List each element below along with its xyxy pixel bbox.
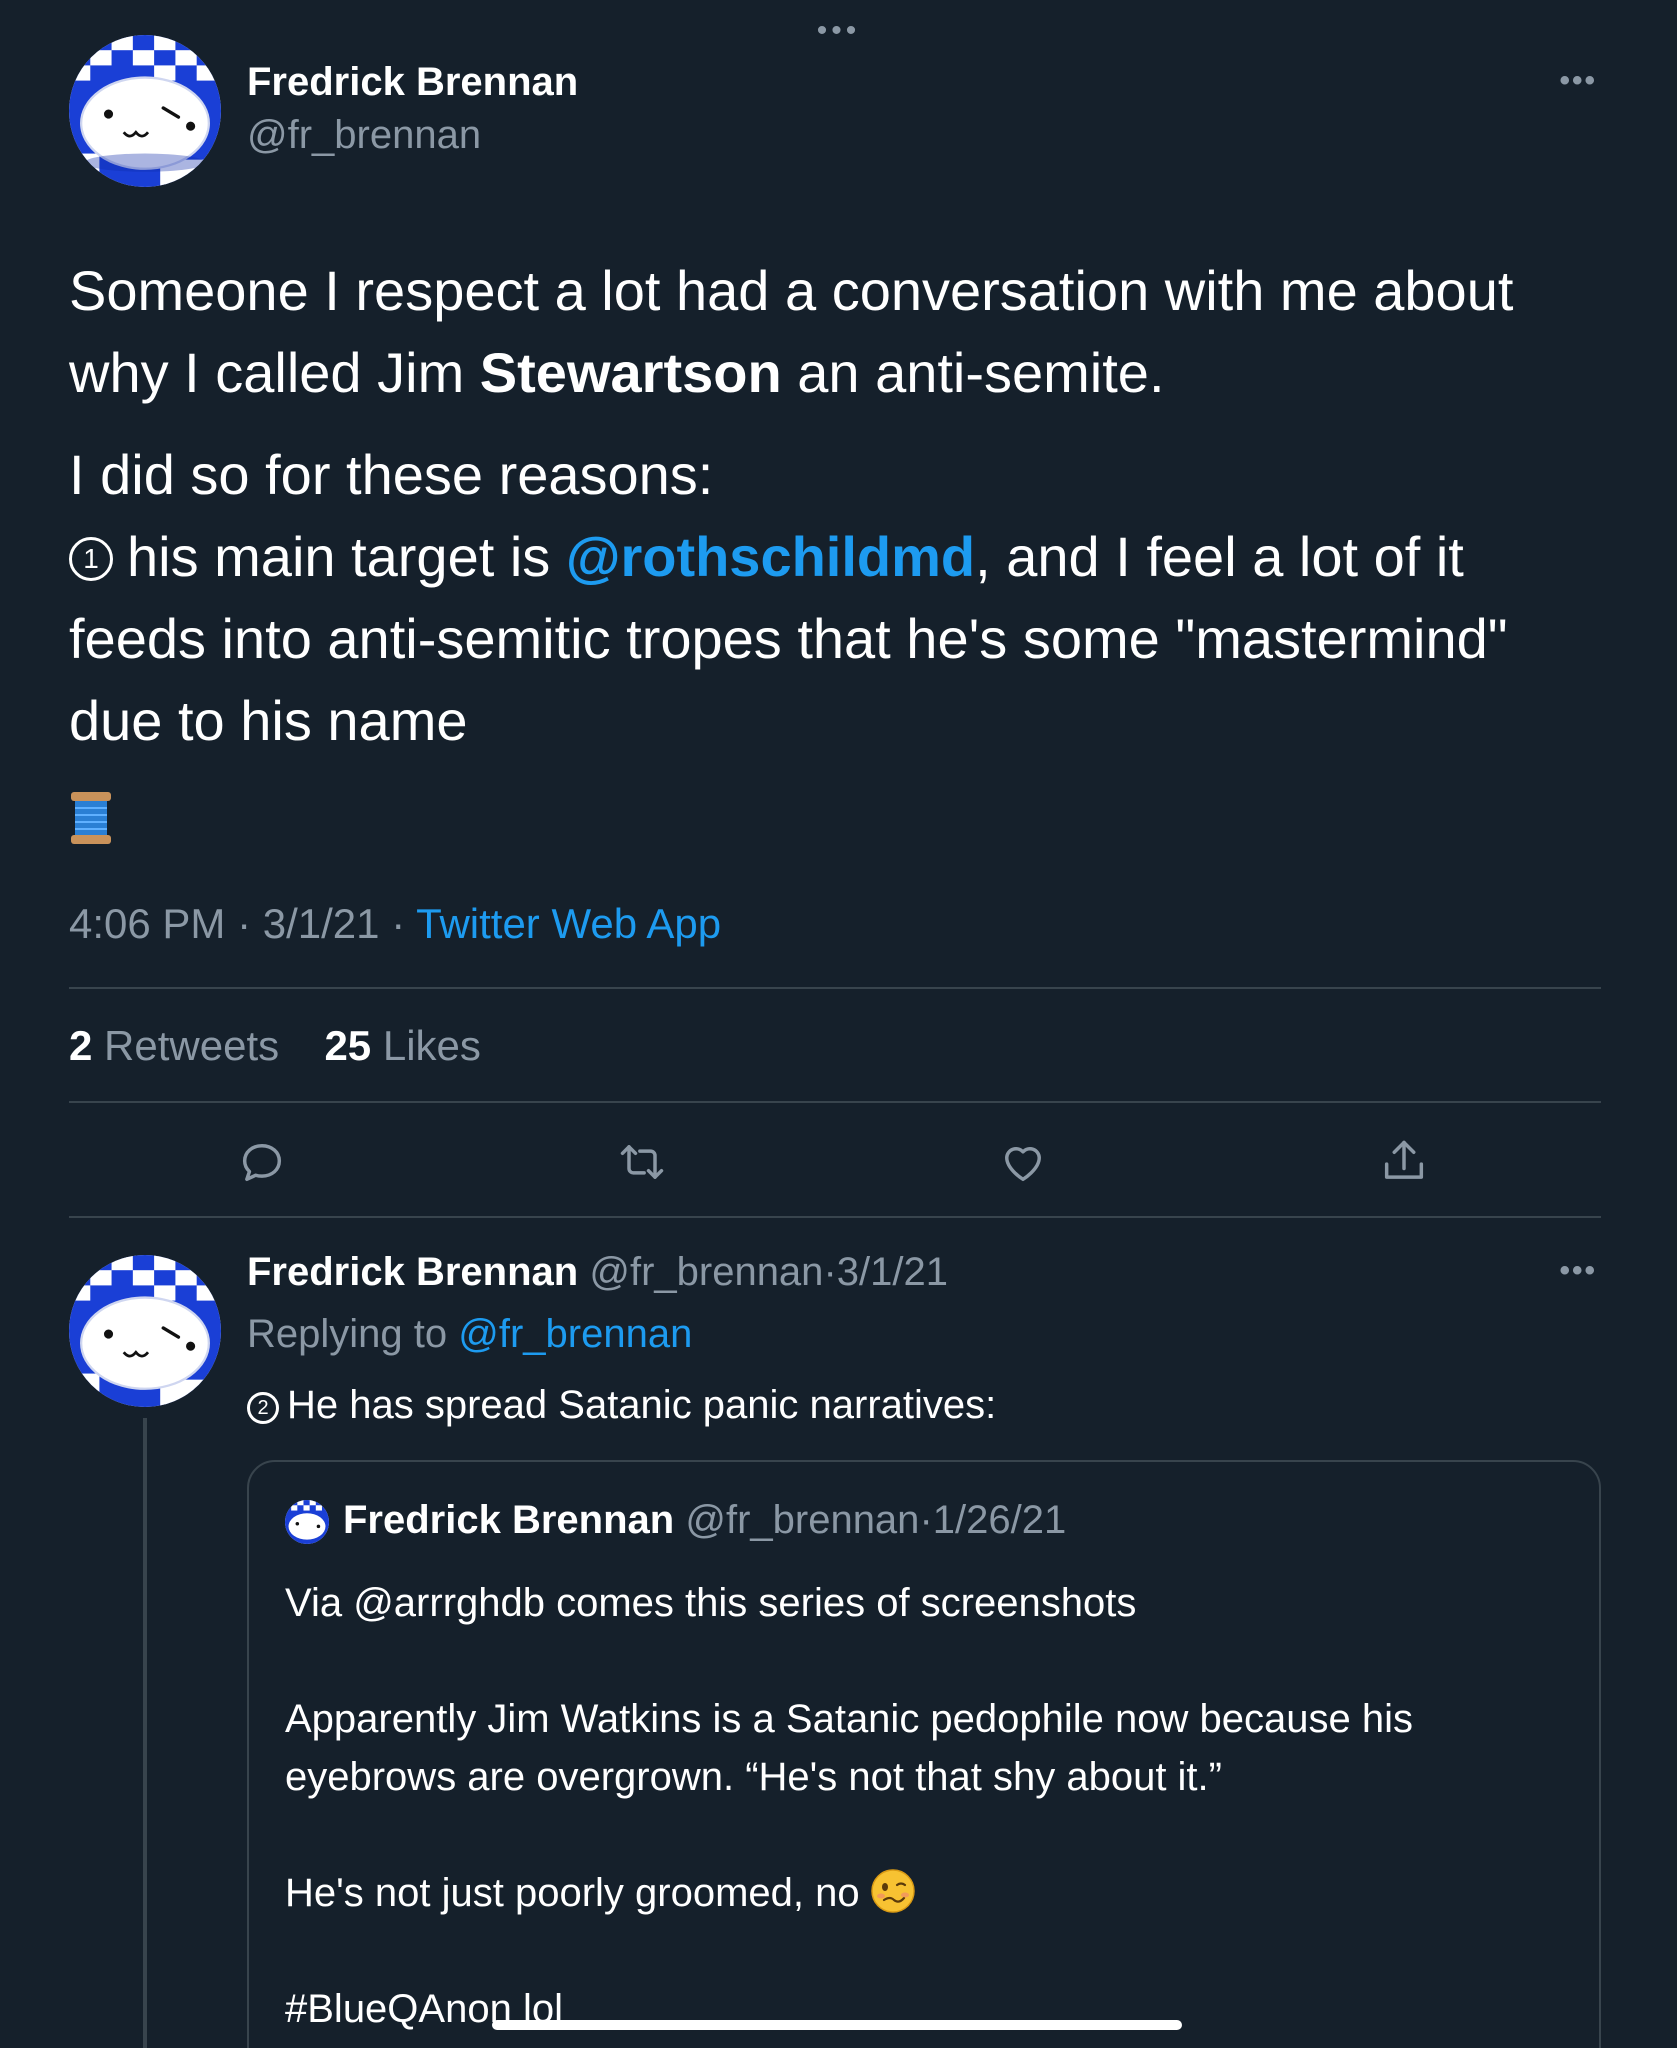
- top-grip-dots[interactable]: •••: [0, 14, 1677, 48]
- author-name[interactable]: Fredrick Brennan: [247, 60, 578, 105]
- divider: [69, 1101, 1601, 1103]
- retweets-label[interactable]: Retweets: [104, 1022, 279, 1069]
- quote-text: Via @arrrghdb comes this series of scree…: [285, 1574, 1575, 2048]
- share-icon[interactable]: [1378, 1136, 1430, 1188]
- tweet-date: 3/1/21: [262, 900, 380, 947]
- tweet-text-part: I did so for these reasons:: [69, 443, 714, 506]
- tweet-meta: 4:06 PM · 3/1/21 · Twitter Web App: [69, 900, 722, 947]
- reply-author-handle[interactable]: @fr_brennan: [589, 1250, 823, 1294]
- quote-header: Fredrick Brennan @fr_brennan·1/26/21: [343, 1498, 1067, 1542]
- tweet-text-part: an anti-semite.: [781, 341, 1165, 404]
- replying-label: Replying to: [247, 1312, 448, 1356]
- replying-to: Replying to @fr_brennan: [247, 1312, 692, 1357]
- avatar-image: [285, 1500, 329, 1544]
- reply-header: Fredrick Brennan @fr_brennan·3/1/21: [247, 1250, 948, 1294]
- avatar: [285, 1500, 329, 1544]
- reply-icon[interactable]: [236, 1136, 288, 1188]
- tweet-time: 4:06 PM: [69, 900, 226, 947]
- quoted-tweet-card[interactable]: Fredrick Brennan @fr_brennan·1/26/21 Via…: [247, 1460, 1601, 2048]
- quote-paragraph: He's not just poorly groomed, no: [285, 1864, 1575, 1922]
- retweet-icon[interactable]: [616, 1136, 668, 1188]
- reply-date[interactable]: 3/1/21: [837, 1250, 948, 1294]
- quote-paragraph: Via @arrrghdb comes this series of scree…: [285, 1581, 1137, 1625]
- circled-number-two: 2: [247, 1392, 279, 1424]
- likes-count[interactable]: 25: [324, 1022, 371, 1069]
- more-options-icon[interactable]: •••: [1559, 1256, 1597, 1286]
- avatar-image: [69, 1255, 221, 1407]
- tweet-text-part: his main target is: [127, 525, 566, 588]
- woozy-face-icon: [870, 1868, 916, 1914]
- quote-author-handle: @fr_brennan: [685, 1498, 920, 1542]
- home-indicator[interactable]: [492, 2020, 1182, 2030]
- tweet-source-link[interactable]: Twitter Web App: [416, 900, 721, 947]
- author-handle[interactable]: @fr_brennan: [247, 113, 481, 158]
- divider: [69, 987, 1601, 989]
- reply-text: 2 He has spread Satanic panic narratives:: [247, 1383, 996, 1428]
- like-icon[interactable]: [997, 1136, 1049, 1188]
- avatar-image: [69, 35, 221, 187]
- quote-date: 1/26/21: [932, 1498, 1067, 1542]
- retweets-count[interactable]: 2: [69, 1022, 92, 1069]
- thread-line: [143, 1418, 147, 2048]
- likes-label[interactable]: Likes: [383, 1022, 481, 1069]
- avatar[interactable]: [69, 1255, 221, 1407]
- replying-handle[interactable]: @fr_brennan: [458, 1312, 692, 1356]
- quote-text-part: He's not just poorly groomed, no: [285, 1871, 860, 1915]
- circled-number-one: 1: [69, 537, 113, 581]
- more-options-icon[interactable]: •••: [1559, 66, 1597, 96]
- tweet-stats: 2 Retweets 25 Likes: [69, 1022, 481, 1070]
- reply-text-content: He has spread Satanic panic narratives:: [287, 1383, 997, 1427]
- tweet-text-bold: Stewartson: [479, 341, 782, 404]
- avatar[interactable]: [69, 35, 221, 187]
- tweet-text: Someone I respect a lot had a conversati…: [69, 250, 1609, 845]
- quote-author-name: Fredrick Brennan: [343, 1498, 675, 1542]
- mention-link[interactable]: @rothschildmd: [566, 525, 975, 588]
- reply-author-name[interactable]: Fredrick Brennan: [247, 1250, 578, 1294]
- quote-paragraph: Apparently Jim Watkins is a Satanic pedo…: [285, 1697, 1414, 1799]
- tweet-detail-screen: ••• Fredrick Brennan @fr_brennan ••• Som…: [0, 0, 1677, 2048]
- spool-of-thread-icon: [69, 786, 113, 845]
- divider: [69, 1216, 1601, 1218]
